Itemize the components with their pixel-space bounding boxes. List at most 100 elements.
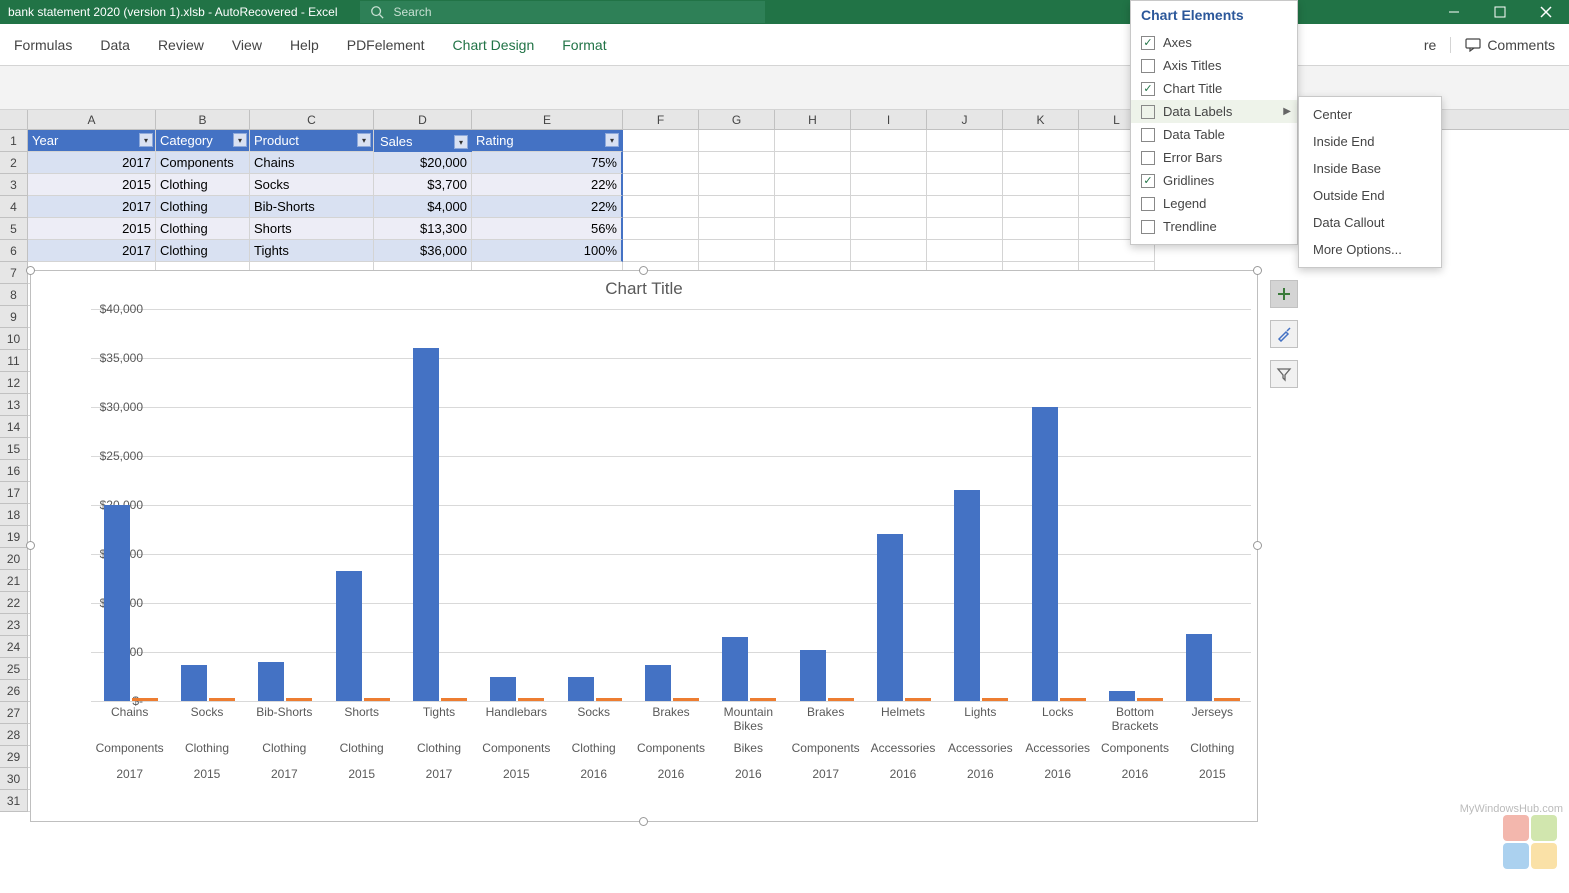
filter-dropdown-icon[interactable]: [605, 133, 619, 147]
tab-format[interactable]: Format: [562, 37, 606, 53]
row-header[interactable]: 29: [0, 746, 28, 768]
chart-bar-secondary[interactable]: [905, 698, 931, 701]
cell[interactable]: [775, 174, 851, 196]
chart-bar-secondary[interactable]: [982, 698, 1008, 701]
chart-element-item-axis titles[interactable]: Axis Titles: [1131, 54, 1297, 77]
data-labels-option-more-options-[interactable]: More Options...: [1299, 236, 1441, 263]
table-cell[interactable]: 75%: [472, 152, 623, 174]
chart-bar-secondary[interactable]: [596, 698, 622, 701]
cell[interactable]: [851, 152, 927, 174]
table-header-category[interactable]: Category: [156, 130, 250, 152]
chart-bar[interactable]: [1186, 634, 1212, 701]
cell[interactable]: [1003, 130, 1079, 152]
column-header-G[interactable]: G: [699, 110, 775, 129]
cell[interactable]: [699, 174, 775, 196]
row-header[interactable]: 19: [0, 526, 28, 548]
cell[interactable]: [775, 152, 851, 174]
row-header[interactable]: 12: [0, 372, 28, 394]
row-header[interactable]: 14: [0, 416, 28, 438]
chart-bar-secondary[interactable]: [1060, 698, 1086, 701]
row-header[interactable]: 1: [0, 130, 28, 152]
cell[interactable]: [623, 152, 699, 174]
row-header[interactable]: 15: [0, 438, 28, 460]
table-cell[interactable]: 56%: [472, 218, 623, 240]
chart-bar-secondary[interactable]: [673, 698, 699, 701]
row-header[interactable]: 20: [0, 548, 28, 570]
chart-bar-secondary[interactable]: [286, 698, 312, 701]
cell[interactable]: [851, 174, 927, 196]
cell[interactable]: [851, 196, 927, 218]
filter-dropdown-icon[interactable]: [139, 133, 153, 147]
chart-styles-button[interactable]: [1270, 320, 1298, 348]
cell[interactable]: [623, 196, 699, 218]
checkbox-icon[interactable]: ✓: [1141, 82, 1155, 96]
table-cell[interactable]: $20,000: [374, 152, 472, 174]
chart-bar-secondary[interactable]: [828, 698, 854, 701]
table-cell[interactable]: $36,000: [374, 240, 472, 262]
cell[interactable]: [775, 130, 851, 152]
row-header[interactable]: 21: [0, 570, 28, 592]
table-header-rating[interactable]: Rating: [472, 130, 623, 152]
row-header[interactable]: 22: [0, 592, 28, 614]
tab-chart-design[interactable]: Chart Design: [453, 37, 535, 53]
row-header[interactable]: 18: [0, 504, 28, 526]
cell[interactable]: [699, 152, 775, 174]
tab-pdfelement[interactable]: PDFelement: [347, 37, 425, 53]
maximize-button[interactable]: [1477, 0, 1523, 24]
row-header[interactable]: 7: [0, 262, 28, 284]
cell[interactable]: [1003, 152, 1079, 174]
row-header[interactable]: 30: [0, 768, 28, 790]
chart-bar-secondary[interactable]: [750, 698, 776, 701]
table-cell[interactable]: 2017: [28, 196, 156, 218]
cell[interactable]: [623, 240, 699, 262]
table-cell[interactable]: 100%: [472, 240, 623, 262]
table-cell[interactable]: 2017: [28, 240, 156, 262]
cell[interactable]: [623, 174, 699, 196]
cell[interactable]: [927, 196, 1003, 218]
data-labels-option-inside-base[interactable]: Inside Base: [1299, 155, 1441, 182]
cell[interactable]: [699, 130, 775, 152]
cell[interactable]: [699, 196, 775, 218]
column-header-C[interactable]: C: [250, 110, 374, 129]
chart-bar[interactable]: [181, 665, 207, 701]
chart-bar-secondary[interactable]: [518, 698, 544, 701]
row-header[interactable]: 10: [0, 328, 28, 350]
chart-bar[interactable]: [104, 505, 130, 701]
chart-bar[interactable]: [722, 637, 748, 701]
cell[interactable]: [775, 218, 851, 240]
filter-dropdown-icon[interactable]: [454, 135, 468, 149]
filter-dropdown-icon[interactable]: [233, 133, 247, 147]
cell[interactable]: [927, 130, 1003, 152]
chart-bar-secondary[interactable]: [364, 698, 390, 701]
checkbox-icon[interactable]: [1141, 220, 1155, 234]
chart-bar[interactable]: [954, 490, 980, 701]
column-header-J[interactable]: J: [927, 110, 1003, 129]
checkbox-icon[interactable]: [1141, 128, 1155, 142]
table-cell[interactable]: Chains: [250, 152, 374, 174]
cell[interactable]: [1003, 218, 1079, 240]
chart-element-item-error bars[interactable]: Error Bars: [1131, 146, 1297, 169]
row-header[interactable]: 3: [0, 174, 28, 196]
chart-plot-area[interactable]: $-$5,000$10,000$15,000$20,000$25,000$30,…: [91, 309, 1251, 701]
chart-filters-button[interactable]: [1270, 360, 1298, 388]
table-cell[interactable]: Clothing: [156, 240, 250, 262]
column-header-B[interactable]: B: [156, 110, 250, 129]
cell[interactable]: [775, 196, 851, 218]
cell[interactable]: [1003, 196, 1079, 218]
cell[interactable]: [927, 152, 1003, 174]
cell[interactable]: [927, 218, 1003, 240]
table-cell[interactable]: 2017: [28, 152, 156, 174]
row-header[interactable]: 4: [0, 196, 28, 218]
chart-element-item-data table[interactable]: Data Table: [1131, 123, 1297, 146]
column-header-E[interactable]: E: [472, 110, 623, 129]
cell[interactable]: [699, 218, 775, 240]
chart-bar[interactable]: [490, 677, 516, 702]
row-header[interactable]: 26: [0, 680, 28, 702]
chart-bar-secondary[interactable]: [441, 698, 467, 701]
tab-review[interactable]: Review: [158, 37, 204, 53]
cell[interactable]: [623, 218, 699, 240]
column-header-I[interactable]: I: [851, 110, 927, 129]
chart-bar[interactable]: [413, 348, 439, 701]
share-button-partial[interactable]: re: [1424, 37, 1436, 53]
comments-button[interactable]: Comments: [1450, 37, 1555, 53]
